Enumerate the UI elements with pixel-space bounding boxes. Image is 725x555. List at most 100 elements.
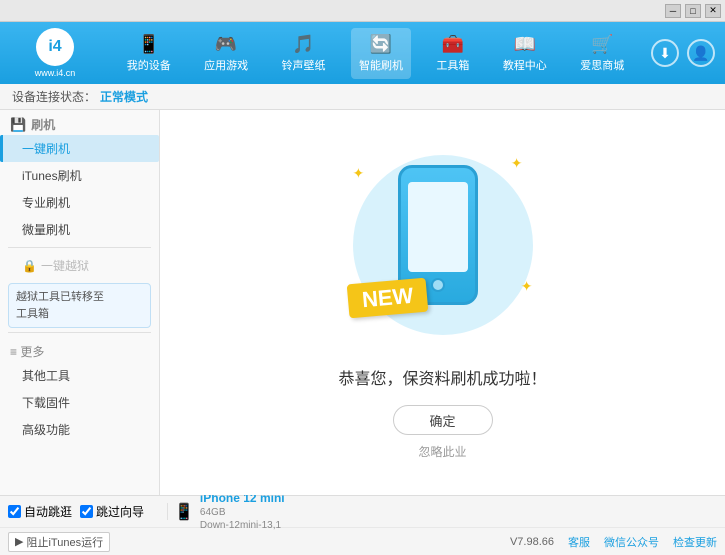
phone-home-btn <box>431 278 445 292</box>
nav-mall[interactable]: 🛒 爱思商城 <box>572 28 632 79</box>
confirm-button[interactable]: 确定 <box>393 405 493 435</box>
skip-wizard-checkbox[interactable] <box>80 505 93 518</box>
jailbreak-label: 一键越狱 <box>41 257 89 274</box>
pro-flash-label: 专业刷机 <box>22 196 70 210</box>
auto-jump-label: 自动跳逛 <box>24 503 72 520</box>
skip-wizard-checkbox-label[interactable]: 跳过向导 <box>80 503 144 520</box>
itunes-flash-label: iTunes刷机 <box>22 169 82 183</box>
footer-bottom-row: ▶ 阻止iTunes运行 V7.98.66 客服 微信公众号 检查更新 <box>0 528 725 555</box>
sidebar-download-firmware[interactable]: 下载固件 <box>0 389 159 416</box>
more-label: ≡ 更多 <box>10 343 44 360</box>
nav-smart-flash[interactable]: 🔄 智能刷机 <box>351 28 411 79</box>
sidebar-divider-1 <box>8 247 151 248</box>
status-bar: 设备连接状态： 正常模式 <box>0 84 725 110</box>
device-storage: 64GB <box>200 506 285 519</box>
sparkle-1: ✦ <box>353 165 365 182</box>
wechat-link[interactable]: 微信公众号 <box>604 534 659 550</box>
logo-subtitle: www.i4.cn <box>35 68 76 78</box>
content-area: ✦ ✦ ✦ NEW 恭喜您，保资料刷机成功啦！ 确定 忽略此业 <box>160 110 725 495</box>
sidebar-advanced[interactable]: 高级功能 <box>0 416 159 443</box>
header: i4 www.i4.cn 📱 我的设备 🎮 应用游戏 🎵 铃声壁纸 🔄 智能刷机… <box>0 22 725 84</box>
maximize-button[interactable]: □ <box>685 4 701 18</box>
check-update-link[interactable]: 检查更新 <box>673 534 717 550</box>
user-button[interactable]: 👤 <box>687 39 715 67</box>
title-bar: ─ □ ✕ <box>0 0 725 22</box>
sparkle-3: ✦ <box>521 278 533 295</box>
itunes-icon: ▶ <box>15 535 23 548</box>
smart-flash-icon: 🔄 <box>370 34 392 55</box>
sidebar-pro-flash[interactable]: 专业刷机 <box>0 189 159 216</box>
nav-mall-label: 爱思商城 <box>580 57 624 73</box>
tutorial-icon: 📖 <box>514 34 536 55</box>
version-text: V7.98.66 <box>510 536 554 548</box>
sidebar-one-click-flash[interactable]: 一键刷机 <box>0 135 159 162</box>
jailbreak-info-text: 越狱工具已转移至工具箱 <box>16 291 104 320</box>
jailbreak-info-box: 越狱工具已转移至工具箱 <box>8 283 151 328</box>
flash-icon: 💾 <box>10 117 26 133</box>
other-tools-label: 其他工具 <box>22 369 70 383</box>
auto-jump-checkbox-label[interactable]: 自动跳逛 <box>8 503 72 520</box>
footer: 自动跳逛 跳过向导 📱 iPhone 12 mini 64GB Down-12m… <box>0 495 725 555</box>
flash-section-label: 刷机 <box>31 116 55 133</box>
nav-right: ⬇ 👤 <box>651 39 715 67</box>
bottom-right: V7.98.66 客服 微信公众号 检查更新 <box>110 534 717 550</box>
customer-service-link[interactable]: 客服 <box>568 534 590 550</box>
user-icon: 👤 <box>692 45 709 62</box>
minimize-button[interactable]: ─ <box>665 4 681 18</box>
checkbox-wrap: 自动跳逛 跳过向导 <box>8 503 168 520</box>
skip-wizard-label: 跳过向导 <box>96 503 144 520</box>
logo-letter: i4 <box>48 38 61 56</box>
download-firmware-label: 下载固件 <box>22 396 70 410</box>
download-button[interactable]: ⬇ <box>651 39 679 67</box>
footer-top-row: 自动跳逛 跳过向导 📱 iPhone 12 mini 64GB Down-12m… <box>0 496 725 528</box>
nav-items: 📱 我的设备 🎮 应用游戏 🎵 铃声壁纸 🔄 智能刷机 🧰 工具箱 📖 教程中心… <box>100 28 651 79</box>
my-device-icon: 📱 <box>137 34 159 55</box>
micro-flash-label: 微量刷机 <box>22 223 70 237</box>
nav-ringtones[interactable]: 🎵 铃声壁纸 <box>274 28 334 79</box>
success-text: 恭喜您，保资料刷机成功啦！ <box>338 365 546 389</box>
nav-apps-games[interactable]: 🎮 应用游戏 <box>196 28 256 79</box>
nav-my-device-label: 我的设备 <box>127 57 171 73</box>
sidebar-itunes-flash[interactable]: iTunes刷机 <box>0 162 159 189</box>
sidebar-micro-flash[interactable]: 微量刷机 <box>0 216 159 243</box>
sidebar-other-tools[interactable]: 其他工具 <box>0 362 159 389</box>
phone-small-icon: 📱 <box>174 502 194 522</box>
window-controls[interactable]: ─ □ ✕ <box>665 4 721 18</box>
device-block: 📱 iPhone 12 mini 64GB Down-12mini-13,1 <box>174 491 285 533</box>
auto-jump-checkbox[interactable] <box>8 505 21 518</box>
nav-apps-games-label: 应用游戏 <box>204 57 248 73</box>
new-badge: NEW <box>346 278 428 319</box>
nav-my-device[interactable]: 📱 我的设备 <box>119 28 179 79</box>
flash-section-header: 💾 刷机 <box>0 110 159 135</box>
logo-area: i4 www.i4.cn <box>10 28 100 78</box>
nav-smart-flash-label: 智能刷机 <box>359 57 403 73</box>
mall-icon: 🛒 <box>591 34 613 55</box>
one-click-flash-label: 一键刷机 <box>22 142 70 156</box>
nav-ringtones-label: 铃声壁纸 <box>282 57 326 73</box>
sparkle-2: ✦ <box>511 155 523 172</box>
device-info: iPhone 12 mini 64GB Down-12mini-13,1 <box>200 491 285 533</box>
phone-illustration: ✦ ✦ ✦ NEW <box>343 145 543 345</box>
itunes-button[interactable]: ▶ 阻止iTunes运行 <box>8 532 110 552</box>
nav-tutorial[interactable]: 📖 教程中心 <box>495 28 555 79</box>
close-button[interactable]: ✕ <box>705 4 721 18</box>
jailbreak-disabled: 🔒 一键越狱 <box>0 252 159 279</box>
sidebar: 💾 刷机 一键刷机 iTunes刷机 专业刷机 微量刷机 🔒 一键越狱 越狱工具… <box>0 110 160 495</box>
logo-icon: i4 <box>36 28 74 66</box>
download-icon: ⬇ <box>659 45 671 62</box>
main-layout: 💾 刷机 一键刷机 iTunes刷机 专业刷机 微量刷机 🔒 一键越狱 越狱工具… <box>0 110 725 495</box>
status-value: 正常模式 <box>100 88 148 105</box>
advanced-label: 高级功能 <box>22 423 70 437</box>
confirm-label: 确定 <box>429 411 455 430</box>
nav-toolbox-label: 工具箱 <box>436 57 469 73</box>
itunes-label: 阻止iTunes运行 <box>26 534 103 550</box>
nav-toolbox[interactable]: 🧰 工具箱 <box>428 28 477 79</box>
lock-icon: 🔒 <box>22 259 37 273</box>
status-label: 设备连接状态： <box>12 88 96 105</box>
toolbox-icon: 🧰 <box>442 34 464 55</box>
ringtones-icon: 🎵 <box>292 34 314 55</box>
sidebar-divider-2 <box>8 332 151 333</box>
apps-games-icon: 🎮 <box>215 34 237 55</box>
skip-link[interactable]: 忽略此业 <box>418 443 466 460</box>
nav-tutorial-label: 教程中心 <box>503 57 547 73</box>
